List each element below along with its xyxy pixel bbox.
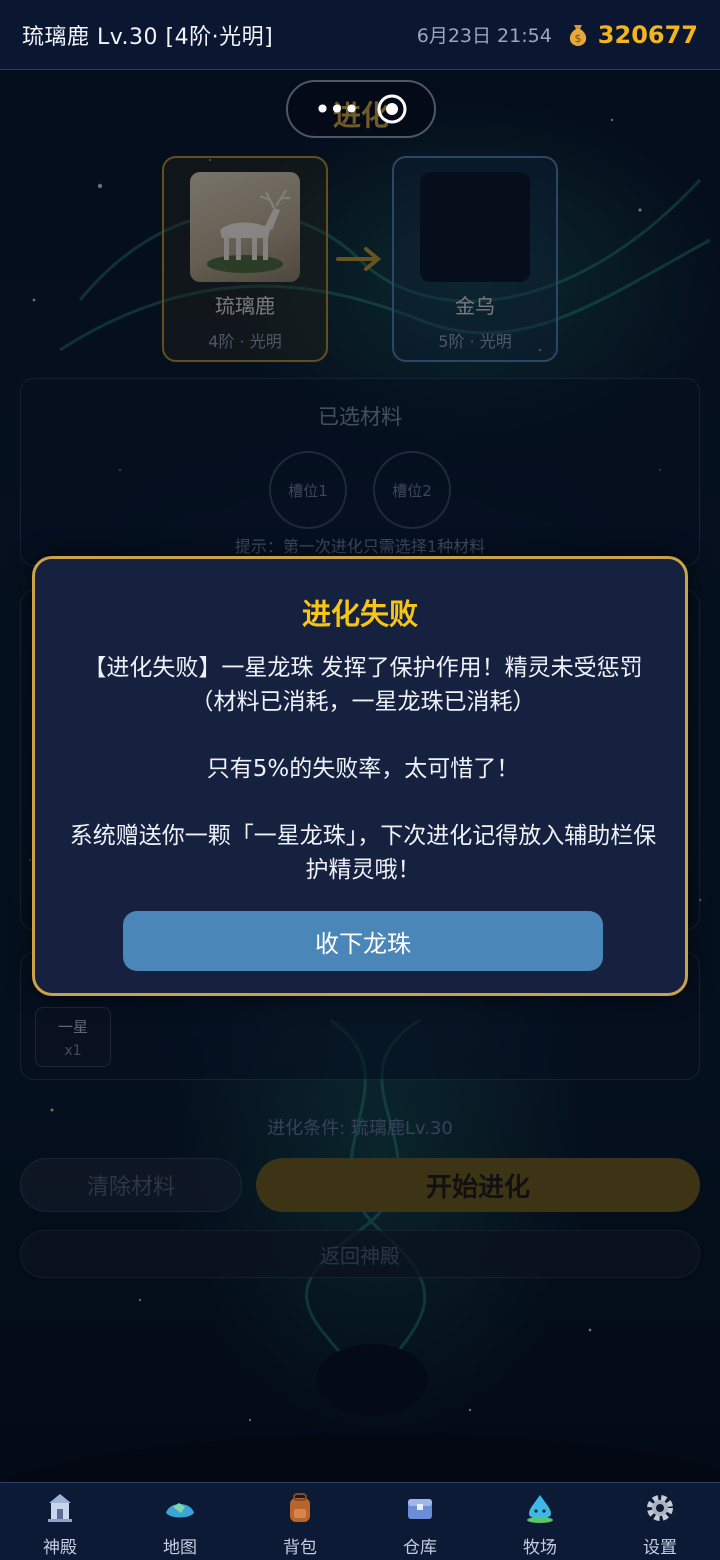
pet-status-title: 琉璃鹿 Lv.30 [4阶·光明]: [22, 24, 274, 50]
dialog-title: 进化失败: [301, 597, 418, 631]
nav-item-warehouse[interactable]: 仓库: [360, 1483, 480, 1560]
svg-text:$: $: [574, 32, 581, 45]
nav-item-temple[interactable]: 神殿: [0, 1483, 120, 1560]
nav-item-ranch[interactable]: 牧场: [480, 1483, 600, 1560]
ranch-icon: [527, 1495, 553, 1523]
status-right: 6月23日 21:54 $ 320677: [417, 21, 698, 49]
bottom-nav: 神殿 地图 背包 仓库 牧场 设置: [0, 1482, 720, 1560]
target-icon[interactable]: [376, 93, 408, 125]
warehouse-icon: [408, 1499, 432, 1519]
dialog-message-gift: 系统赠送你一颗「一星龙珠」，下次进化记得放入辅助栏保护精灵哦！: [69, 823, 657, 883]
map-icon: [166, 1503, 194, 1518]
nav-item-settings[interactable]: 设置: [600, 1483, 720, 1560]
nav-label-backpack: 背包: [283, 1538, 317, 1558]
evolution-failed-dialog: 进化失败 【进化失败】一星龙珠 发挥了保护作用！精灵未受惩罚（材料已消耗，一星龙…: [32, 556, 688, 996]
dialog-message-rate: 只有5%的失败率，太可惜了！: [206, 756, 520, 782]
nav-label-temple: 神殿: [43, 1538, 77, 1558]
accept-dragon-ball-button[interactable]: 收下龙珠: [123, 911, 603, 971]
temple-icon: [48, 1494, 72, 1522]
status-bar: 琉璃鹿 Lv.30 [4阶·光明] 6月23日 21:54 $ 320677: [0, 0, 720, 70]
nav-item-map[interactable]: 地图: [120, 1483, 240, 1560]
nav-label-warehouse: 仓库: [403, 1538, 437, 1558]
nav-label-ranch: 牧场: [523, 1538, 557, 1558]
more-dots-icon[interactable]: •••: [314, 93, 360, 126]
nav-item-backpack[interactable]: 背包: [240, 1483, 360, 1560]
backpack-icon: [290, 1493, 310, 1522]
gear-icon: [647, 1495, 673, 1521]
dialog-message-result: 【进化失败】一星龙珠 发挥了保护作用！精灵未受惩罚（材料已消耗，一星龙珠已消耗）: [83, 655, 643, 715]
gold-amount: 320677: [597, 20, 698, 49]
money-bag-icon: $: [569, 24, 586, 46]
nav-label-map: 地图: [163, 1538, 197, 1558]
datetime: 6月23日 21:54: [416, 25, 552, 47]
nav-label-settings: 设置: [643, 1538, 677, 1558]
